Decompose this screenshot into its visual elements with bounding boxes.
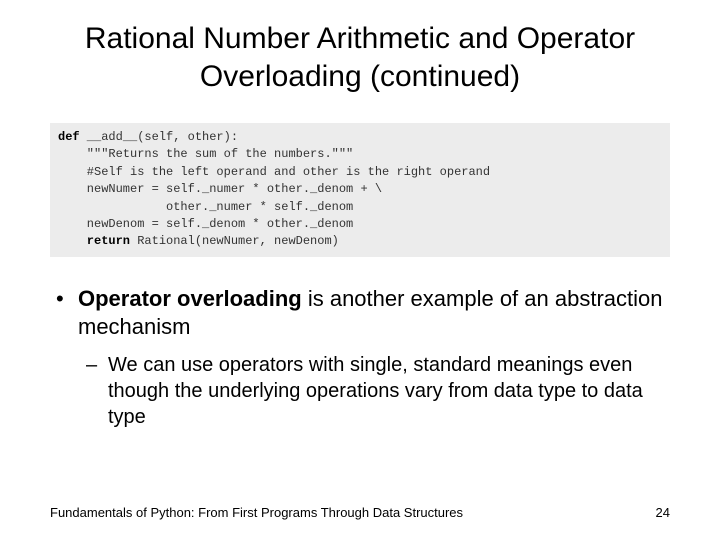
slide: Rational Number Arithmetic and Operator … (0, 0, 720, 540)
code-line: #Self is the left operand and other is t… (58, 165, 490, 179)
slide-title: Rational Number Arithmetic and Operator … (50, 20, 670, 95)
code-signature: __add__(self, other): (80, 130, 238, 144)
keyword-return: return (58, 234, 130, 248)
bullet-bold: Operator overloading (78, 286, 302, 311)
bullet-level-1: Operator overloading is another example … (50, 285, 670, 342)
code-line: newDenom = self._denom * other._denom (58, 217, 353, 231)
bullet-text: We can use operators with single, standa… (108, 354, 643, 428)
code-line: other._numer * self._denom (58, 200, 353, 214)
keyword-def: def (58, 130, 80, 144)
code-block: def __add__(self, other): """Returns the… (50, 123, 670, 257)
bullet-list: Operator overloading is another example … (50, 285, 670, 430)
bullet-level-2: We can use operators with single, standa… (50, 352, 670, 430)
code-line: newNumer = self._numer * other._denom + … (58, 182, 382, 196)
slide-footer: Fundamentals of Python: From First Progr… (50, 505, 670, 520)
page-number: 24 (656, 505, 670, 520)
code-line: """Returns the sum of the numbers.""" (58, 147, 353, 161)
code-line: Rational(newNumer, newDenom) (130, 234, 339, 248)
footer-source: Fundamentals of Python: From First Progr… (50, 505, 463, 520)
